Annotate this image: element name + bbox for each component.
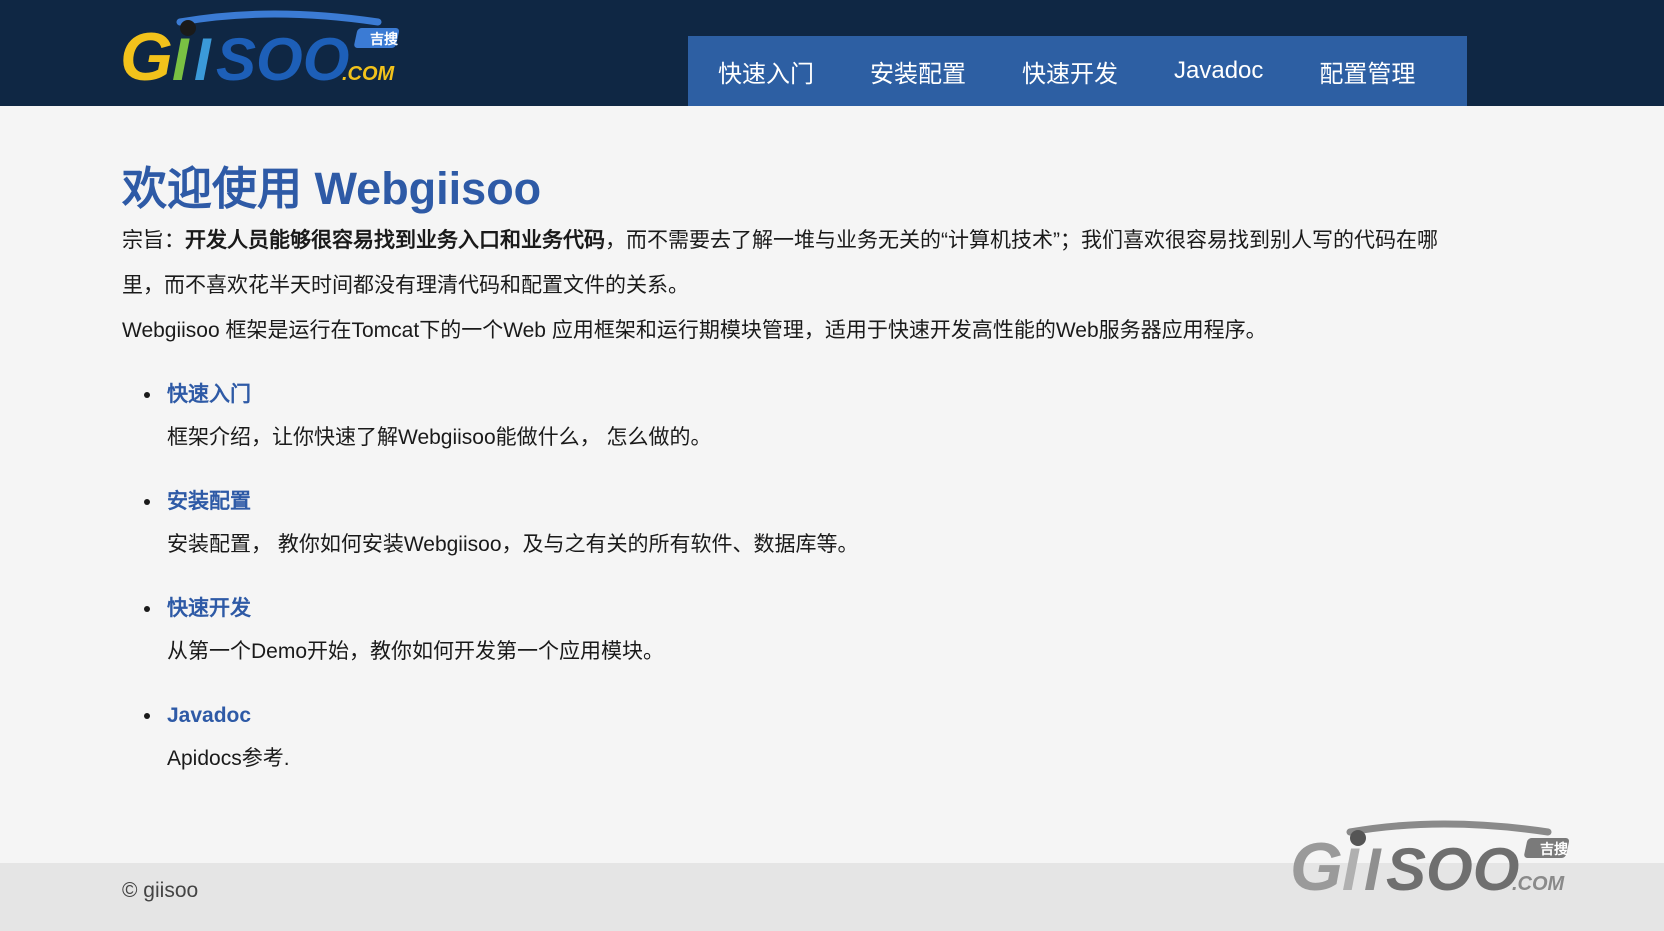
feature-desc: Apidocs参考. (167, 747, 290, 770)
list-item: 快速入门 框架介绍，让你快速了解Webgiisoo能做什么， 怎么做的。 (122, 375, 1462, 460)
nav-item-javadoc[interactable]: Javadoc (1174, 57, 1263, 85)
nav-item-develop[interactable]: 快速开发 (1022, 54, 1118, 89)
bullet-icon (144, 713, 150, 719)
feature-desc: 安装配置， 教你如何安装Webgiisoo，及与之有关的所有软件、数据库等。 (167, 533, 859, 556)
nav-item-config[interactable]: 配置管理 (1319, 54, 1415, 89)
giisoo-logo[interactable]: G I I SOO .COM 吉搜 (120, 8, 410, 86)
list-item: 快速开发 从第一个Demo开始，教你如何开发第一个应用模块。 (122, 589, 1462, 674)
svg-text:I: I (194, 26, 212, 86)
svg-text:吉搜: 吉搜 (1540, 841, 1569, 858)
list-item: 安装配置 安装配置， 教你如何安装Webgiisoo，及与之有关的所有软件、数据… (122, 482, 1462, 567)
intro-paragraph: Webgiisoo 框架是运行在Tomcat下的一个Web 应用框架和运行期模块… (122, 319, 1267, 342)
feature-link-quickstart[interactable]: 快速入门 (167, 375, 1462, 415)
bullet-icon (144, 499, 150, 505)
feature-link-develop[interactable]: 快速开发 (167, 589, 1462, 629)
feature-desc: 从第一个Demo开始，教你如何开发第一个应用模块。 (167, 640, 665, 663)
nav-item-quickstart[interactable]: 快速入门 (718, 54, 814, 89)
purpose-paragraph: 宗旨：开发人员能够很容易找到业务入口和业务代码，而不需要去了解一堆与业务无关的“… (122, 218, 1462, 308)
svg-text:吉搜: 吉搜 (370, 31, 399, 48)
bullet-icon (144, 392, 150, 398)
copyright-text: © giisoo (122, 879, 199, 902)
feature-list: 快速入门 框架介绍，让你快速了解Webgiisoo能做什么， 怎么做的。 安装配… (122, 375, 1462, 781)
svg-text:G: G (1290, 829, 1343, 896)
header-bar: G I I SOO .COM 吉搜 快速入门 安装配置 快速开发 Javadoc… (0, 0, 1664, 106)
footer-logo: G I I SOO .COM 吉搜 (1290, 818, 1580, 905)
list-item: Javadoc Apidocs参考. (122, 696, 1462, 781)
purpose-prefix: 宗旨： (122, 229, 185, 252)
feature-desc: 框架介绍，让你快速了解Webgiisoo能做什么， 怎么做的。 (167, 426, 712, 449)
feature-link-install[interactable]: 安装配置 (167, 482, 1462, 522)
svg-text:G: G (120, 19, 173, 86)
page-title: 欢迎使用 Webgiisoo (122, 163, 542, 214)
svg-text:SOO: SOO (1386, 836, 1519, 896)
bullet-icon (144, 606, 150, 612)
svg-text:I: I (1364, 836, 1382, 896)
main-nav: 快速入门 安装配置 快速开发 Javadoc 配置管理 (688, 36, 1467, 106)
svg-text:.COM: .COM (342, 63, 396, 85)
svg-text:I: I (172, 26, 190, 86)
svg-text:I: I (1342, 836, 1360, 896)
purpose-bold: 开发人员能够很容易找到业务入口和业务代码 (185, 229, 605, 252)
nav-item-install[interactable]: 安装配置 (870, 54, 966, 89)
feature-link-javadoc[interactable]: Javadoc (167, 696, 1462, 736)
svg-text:.COM: .COM (1512, 873, 1566, 895)
main-content: 欢迎使用 Webgiisoo 宗旨：开发人员能够很容易找到业务入口和业务代码，而… (122, 160, 1462, 803)
svg-text:SOO: SOO (216, 26, 349, 86)
